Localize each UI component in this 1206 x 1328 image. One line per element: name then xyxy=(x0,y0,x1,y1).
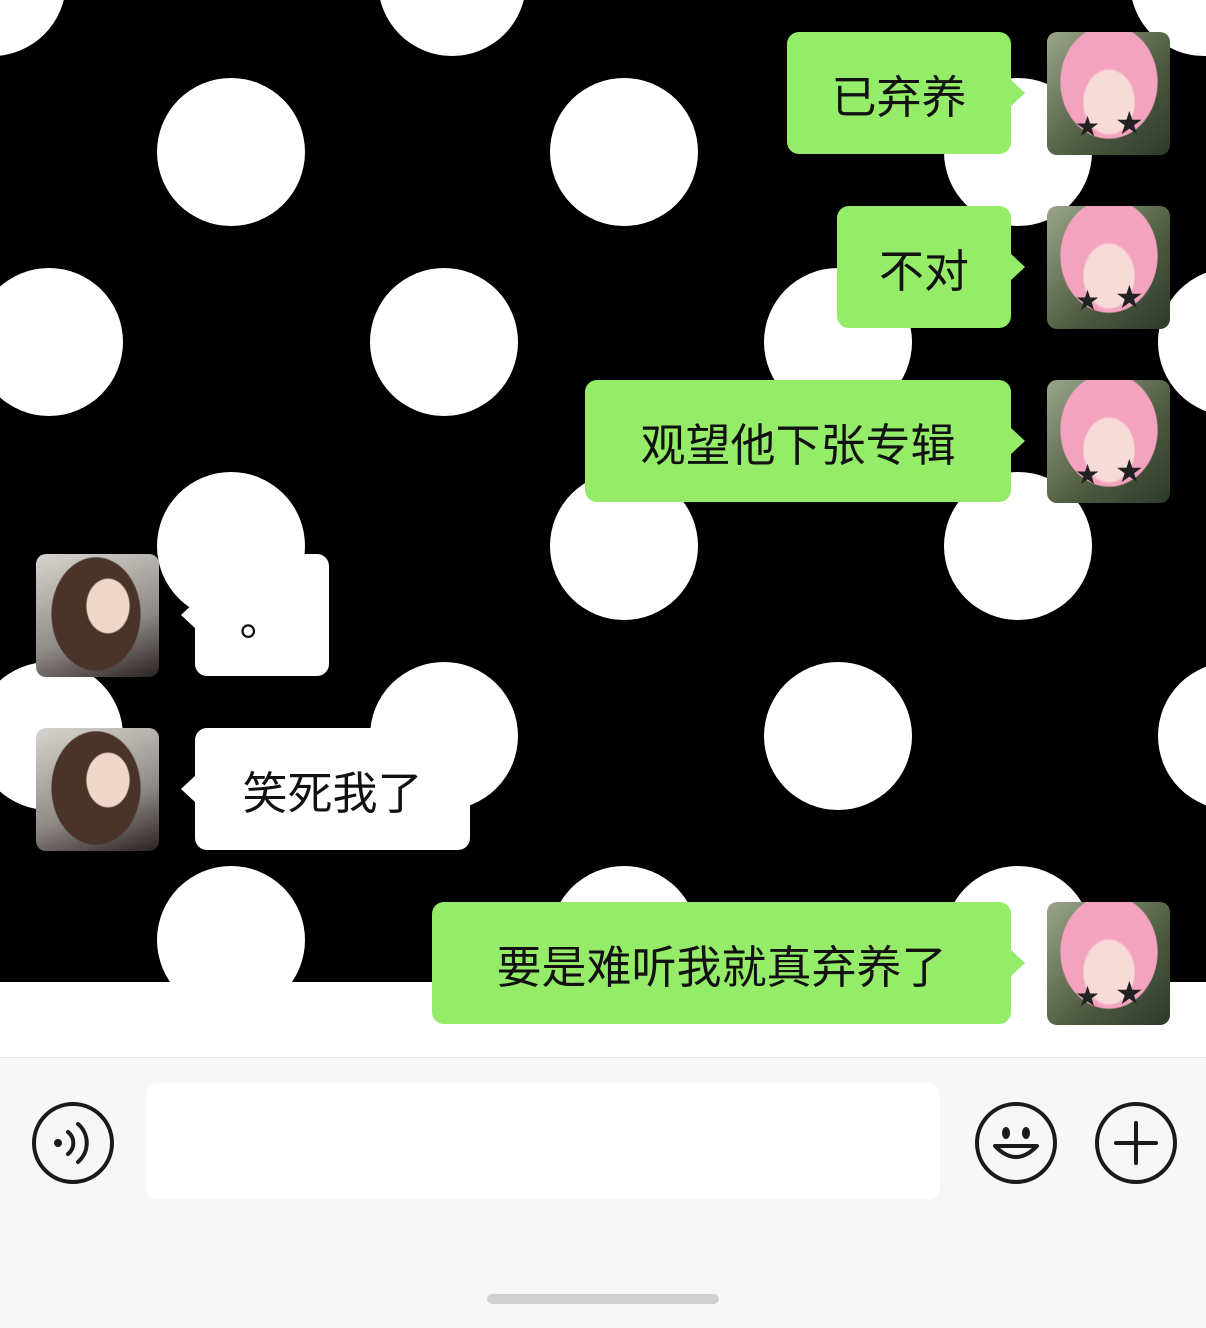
input-bar xyxy=(0,1057,1206,1328)
emoji-button[interactable] xyxy=(975,1102,1057,1184)
voice-input-icon xyxy=(54,1122,89,1164)
plus-icon xyxy=(1114,1121,1158,1165)
message-bubble-sent[interactable]: 要是难听我就真弃养了 xyxy=(432,902,1025,1024)
message-bubble-received[interactable]: 。 xyxy=(181,554,329,676)
pink-hair-avatar[interactable] xyxy=(1047,32,1170,155)
message-bubble-sent[interactable]: 观望他下张专辑 xyxy=(585,380,1025,502)
pink-hair-avatar[interactable] xyxy=(1047,206,1170,329)
pink-hair-avatar[interactable] xyxy=(1047,380,1170,503)
pink-hair-avatar[interactable] xyxy=(1047,902,1170,1025)
message-bubble-sent[interactable]: 已弃养 xyxy=(787,32,1025,154)
emoji-icon xyxy=(993,1127,1039,1159)
plus-button[interactable] xyxy=(1095,1102,1177,1184)
message-input[interactable] xyxy=(146,1083,940,1199)
voice-input-button[interactable] xyxy=(32,1102,114,1184)
brown-hair-avatar[interactable] xyxy=(36,728,159,851)
chat-area[interactable]: 已弃养 不对 观望他下张专辑 。 笑死我了 要是难听我就真弃养了 xyxy=(0,0,1206,1057)
brown-hair-avatar[interactable] xyxy=(36,554,159,677)
home-indicator xyxy=(487,1294,719,1304)
message-bubble-received[interactable]: 笑死我了 xyxy=(181,728,470,850)
message-bubble-sent[interactable]: 不对 xyxy=(837,206,1025,328)
